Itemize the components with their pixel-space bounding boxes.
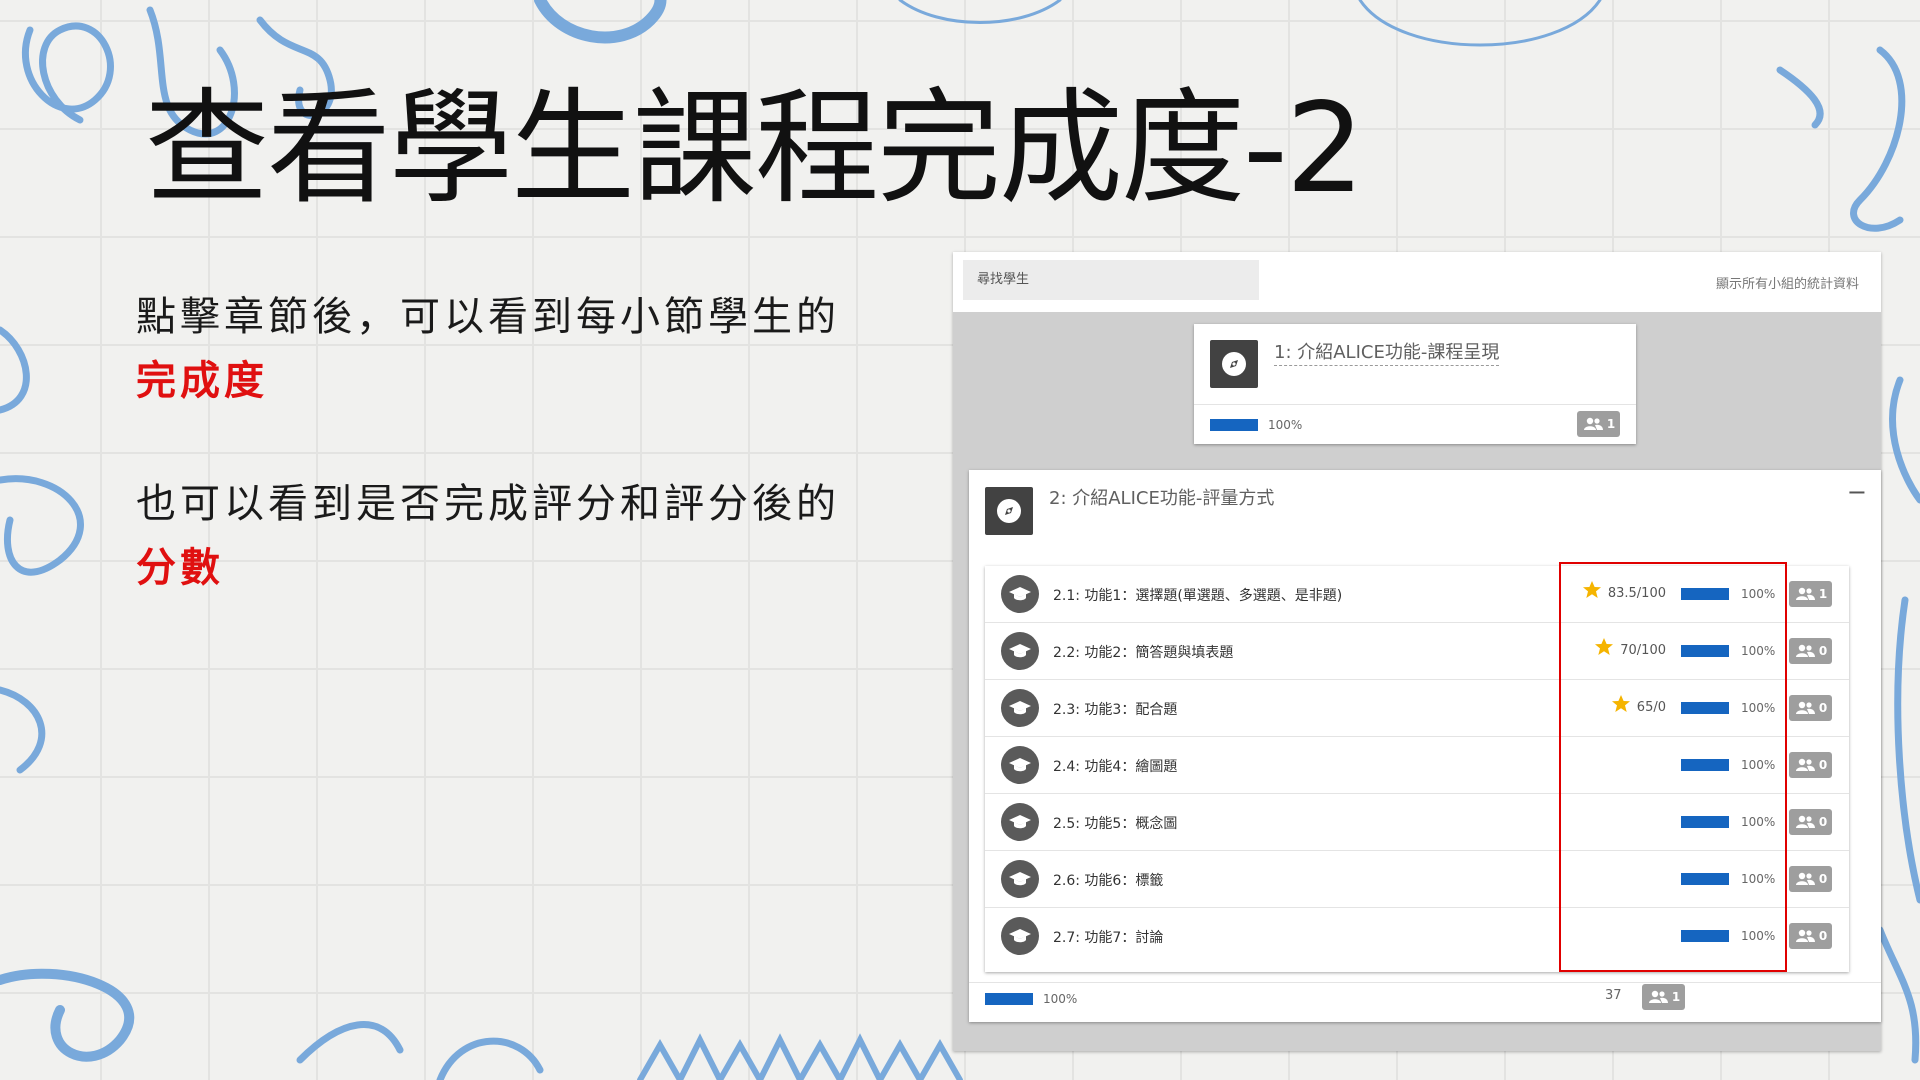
show-all-groups-link[interactable]: 顯示所有小組的統計資料 xyxy=(1716,273,1859,292)
search-student-input[interactable]: 尋找學生 xyxy=(963,260,1259,300)
description-text: 也可以看到是否完成評分和評分後的 xyxy=(136,481,840,527)
slide-title: 查看學生課程完成度-2 xyxy=(145,77,1365,221)
group-icon xyxy=(1795,701,1815,714)
progress-bar xyxy=(985,993,1033,1005)
graduation-cap-icon xyxy=(1001,632,1039,670)
panel-toolbar: 尋找學生 顯示所有小組的統計資料 xyxy=(953,252,1881,312)
graduation-cap-icon xyxy=(1001,746,1039,784)
divider xyxy=(969,982,1881,983)
total-number: 37 xyxy=(1605,988,1622,1003)
lesson-name[interactable]: 2.4: 功能4：繪圖題 xyxy=(1053,756,1177,776)
graduation-cap-icon xyxy=(1001,575,1039,613)
group-icon xyxy=(1795,929,1815,942)
section-card-1[interactable]: 1: 介紹ALICE功能-課程呈現 100% 1 xyxy=(1194,324,1636,444)
section-title[interactable]: 1: 介紹ALICE功能-課程呈現 xyxy=(1274,338,1500,366)
compass-icon xyxy=(985,487,1033,535)
count-value: 0 xyxy=(1818,872,1828,886)
group-icon xyxy=(1795,758,1815,771)
collapse-button[interactable]: − xyxy=(1847,478,1867,506)
highlight-score: 分數 xyxy=(136,545,224,591)
graduation-cap-icon xyxy=(1001,803,1039,841)
group-icon xyxy=(1648,990,1668,1003)
graduation-cap-icon xyxy=(1001,689,1039,727)
section-title[interactable]: 2: 介紹ALICE功能-評量方式 xyxy=(1049,484,1274,510)
group-icon xyxy=(1795,644,1815,657)
progress-label: 100% xyxy=(1043,992,1078,1006)
progress-bar xyxy=(1210,419,1258,431)
divider xyxy=(1194,404,1636,405)
count-value: 1 xyxy=(1818,587,1828,601)
lesson-name[interactable]: 2.5: 功能5：概念圖 xyxy=(1053,813,1177,833)
student-count-badge[interactable]: 0 xyxy=(1789,923,1832,949)
count-value: 0 xyxy=(1818,701,1828,715)
lesson-name[interactable]: 2.1: 功能1：選擇題(單選題、多選題、是非題) xyxy=(1053,585,1342,605)
count-value: 1 xyxy=(1606,417,1616,431)
count-value: 0 xyxy=(1818,815,1828,829)
student-count-badge[interactable]: 0 xyxy=(1789,752,1832,778)
lesson-name[interactable]: 2.7: 功能7：討論 xyxy=(1053,927,1163,947)
description-completion: 點擊章節後，可以看到每小節學生的 完成度 xyxy=(136,285,936,413)
graduation-cap-icon xyxy=(1001,917,1039,955)
progress-label: 100% xyxy=(1268,418,1303,432)
lesson-name[interactable]: 2.3: 功能3：配合題 xyxy=(1053,699,1177,719)
group-icon xyxy=(1795,587,1815,600)
student-count-badge[interactable]: 0 xyxy=(1789,695,1832,721)
student-count-badge[interactable]: 1 xyxy=(1577,411,1620,437)
count-value: 1 xyxy=(1671,990,1681,1004)
group-icon xyxy=(1583,417,1603,430)
graduation-cap-icon xyxy=(1001,860,1039,898)
lesson-name[interactable]: 2.2: 功能2：簡答題與填表題 xyxy=(1053,642,1233,662)
group-icon xyxy=(1795,872,1815,885)
group-icon xyxy=(1795,815,1815,828)
student-count-badge[interactable]: 1 xyxy=(1789,581,1832,607)
student-count-badge[interactable]: 0 xyxy=(1789,809,1832,835)
highlight-box xyxy=(1559,562,1787,972)
description-text: 點擊章節後，可以看到每小節學生的 xyxy=(136,294,840,340)
description-score: 也可以看到是否完成評分和評分後的 分數 xyxy=(136,472,936,600)
student-count-badge[interactable]: 0 xyxy=(1789,866,1832,892)
compass-icon xyxy=(1210,340,1258,388)
student-count-badge[interactable]: 0 xyxy=(1789,638,1832,664)
student-count-badge[interactable]: 1 xyxy=(1642,984,1685,1010)
count-value: 0 xyxy=(1818,644,1828,658)
lesson-name[interactable]: 2.6: 功能6：標籤 xyxy=(1053,870,1163,890)
count-value: 0 xyxy=(1818,758,1828,772)
count-value: 0 xyxy=(1818,929,1828,943)
highlight-completion: 完成度 xyxy=(136,358,268,404)
